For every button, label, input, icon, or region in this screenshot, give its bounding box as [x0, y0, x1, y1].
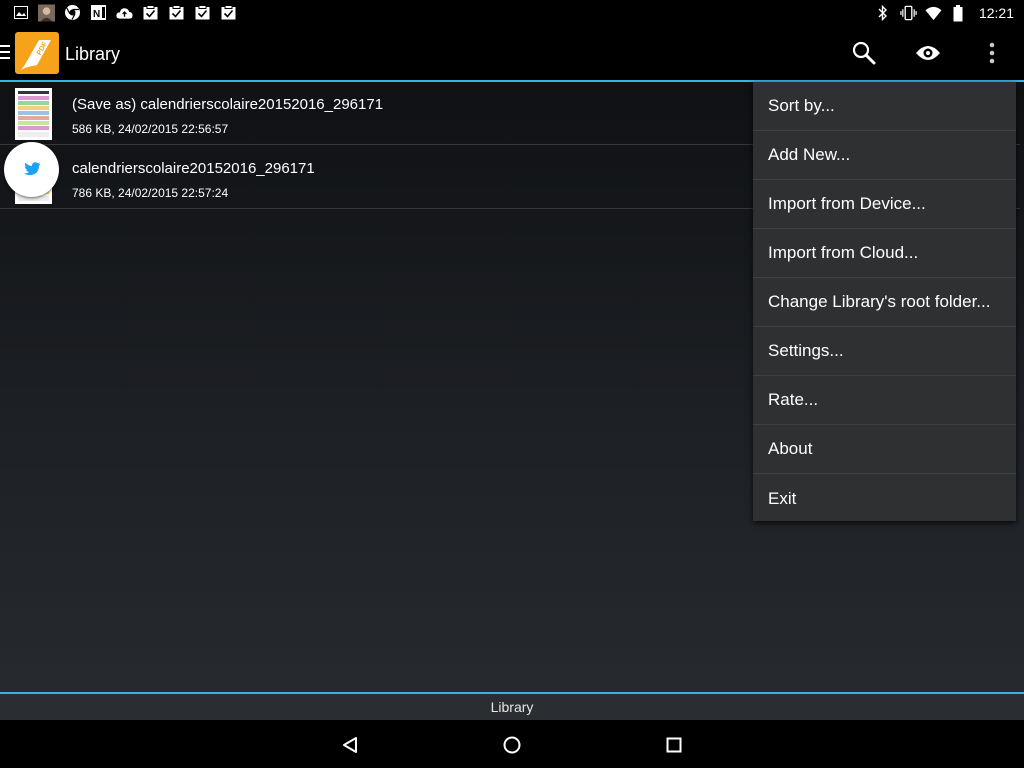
status-clock: 12:21 [978, 5, 1014, 21]
system-nav-bar [0, 720, 1024, 768]
menu-item-change-root-folder[interactable]: Change Library's root folder... [753, 278, 1016, 327]
task-check-icon [194, 4, 211, 21]
file-thumbnail [15, 88, 52, 140]
view-button[interactable] [909, 34, 947, 72]
chrome-icon [64, 4, 81, 21]
home-icon [503, 736, 521, 754]
menu-item-settings[interactable]: Settings... [753, 327, 1016, 376]
menu-item-exit[interactable]: Exit [753, 474, 1016, 523]
app-logo[interactable]: PDF [15, 32, 59, 74]
avatar [38, 4, 55, 21]
home-button[interactable] [499, 732, 525, 758]
menu-item-about[interactable]: About [753, 425, 1016, 474]
file-meta: 786 KB, 24/02/2015 22:57:24 [72, 186, 229, 200]
svg-text:N: N [93, 9, 100, 20]
task-check-icon [220, 4, 237, 21]
file-title: (Save as) calendrierscolaire20152016_296… [72, 96, 384, 113]
overflow-menu-button[interactable] [973, 34, 1011, 72]
back-icon [343, 737, 357, 753]
eye-icon [916, 46, 940, 60]
menu-item-import-cloud[interactable]: Import from Cloud... [753, 229, 1016, 278]
menu-item-import-device[interactable]: Import from Device... [753, 180, 1016, 229]
gallery-icon [12, 4, 29, 21]
twitter-icon [23, 162, 40, 176]
twitter-share-bubble[interactable] [4, 142, 59, 197]
file-title: calendrierscolaire20152016_296171 [72, 160, 315, 177]
recents-button[interactable] [661, 732, 687, 758]
status-bar: N 12:21 [0, 0, 1024, 26]
search-button[interactable] [845, 34, 883, 72]
drawer-toggle-icon[interactable] [0, 45, 10, 59]
overflow-menu: Sort by... Add New... Import from Device… [753, 82, 1016, 521]
vibrate-icon [900, 5, 917, 22]
search-icon [852, 41, 876, 65]
cloud-upload-icon [116, 4, 133, 21]
back-button[interactable] [337, 732, 363, 758]
page-title: Library [65, 44, 121, 64]
bluetooth-icon [875, 5, 892, 22]
battery-icon [950, 4, 967, 22]
menu-item-sort-by[interactable]: Sort by... [753, 82, 1016, 131]
task-check-icon [168, 4, 185, 21]
recents-icon [666, 737, 682, 753]
file-meta: 586 KB, 24/02/2015 22:56:57 [72, 122, 229, 136]
wifi-icon [925, 5, 942, 22]
bottom-tab-label: Library [490, 699, 534, 715]
overflow-menu-icon [989, 42, 995, 64]
menu-item-rate[interactable]: Rate... [753, 376, 1016, 425]
onenote-icon: N [90, 4, 107, 21]
menu-item-add-new[interactable]: Add New... [753, 131, 1016, 180]
bottom-tab-library[interactable]: Library [0, 694, 1024, 720]
task-check-icon [142, 4, 159, 21]
